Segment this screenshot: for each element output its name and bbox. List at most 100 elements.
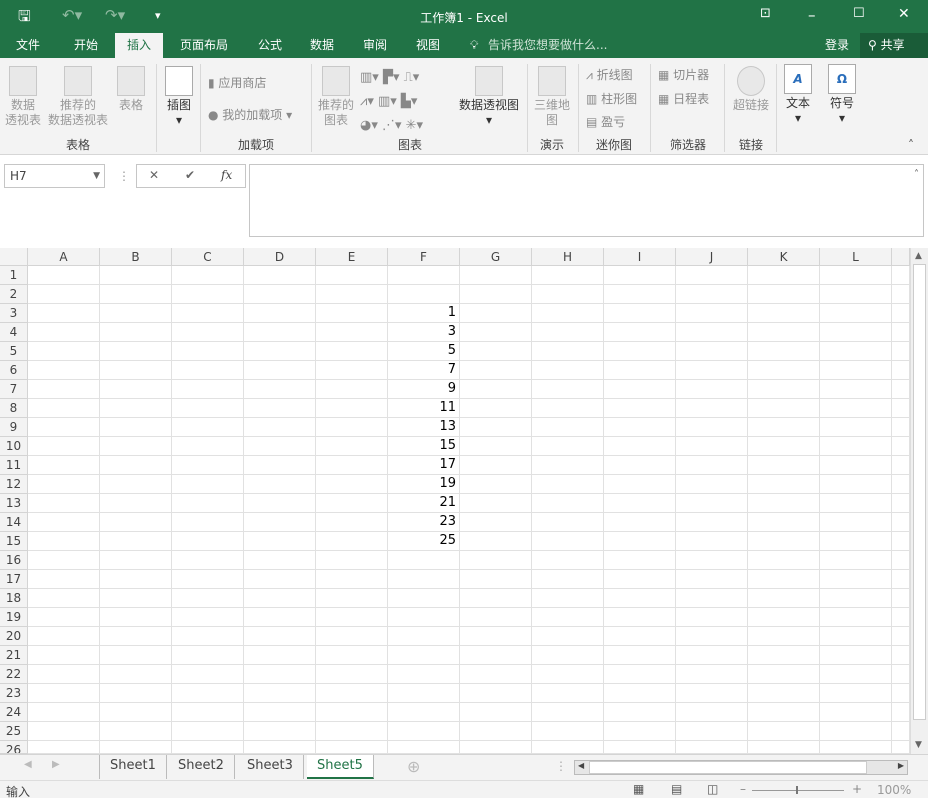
cell[interactable] — [244, 703, 316, 722]
expand-formula-icon[interactable]: ˄ — [914, 169, 919, 180]
cell[interactable] — [604, 399, 676, 418]
cell[interactable] — [100, 665, 172, 684]
vertical-scrollbar[interactable]: ▲ ▼ — [910, 248, 928, 754]
tell-me-input[interactable]: 告诉我您想要做什么... — [478, 33, 617, 58]
cell[interactable] — [676, 684, 748, 703]
cell[interactable] — [532, 684, 604, 703]
cell[interactable] — [676, 380, 748, 399]
cell[interactable] — [244, 684, 316, 703]
cell[interactable] — [532, 646, 604, 665]
cell[interactable] — [28, 532, 100, 551]
cell[interactable] — [244, 589, 316, 608]
cell[interactable] — [172, 741, 244, 754]
row-header[interactable]: 6 — [0, 361, 28, 380]
zoom-slider-thumb[interactable] — [796, 786, 798, 794]
cell[interactable] — [820, 342, 892, 361]
cell[interactable] — [892, 551, 910, 570]
column-header-partial[interactable] — [892, 248, 910, 266]
recommended-charts-button[interactable]: 推荐的 图表 — [316, 66, 356, 128]
cell[interactable] — [820, 285, 892, 304]
cell[interactable] — [532, 665, 604, 684]
row-header[interactable]: 7 — [0, 380, 28, 399]
name-box[interactable]: H7 ▼ — [4, 164, 105, 188]
cell[interactable] — [820, 627, 892, 646]
cell[interactable] — [604, 380, 676, 399]
cell[interactable] — [460, 627, 532, 646]
cell[interactable] — [532, 551, 604, 570]
cell[interactable] — [748, 494, 820, 513]
text-button[interactable]: A 文本 ▾ — [782, 64, 814, 126]
cell[interactable] — [748, 646, 820, 665]
cell[interactable] — [820, 722, 892, 741]
cell[interactable] — [892, 475, 910, 494]
cell[interactable] — [604, 627, 676, 646]
row-header[interactable]: 14 — [0, 513, 28, 532]
drag-handle-icon[interactable]: ⋮ — [118, 169, 130, 183]
cell[interactable] — [460, 741, 532, 754]
cell[interactable] — [892, 285, 910, 304]
cell[interactable] — [244, 399, 316, 418]
cell[interactable] — [532, 285, 604, 304]
cell[interactable] — [100, 437, 172, 456]
ribbon-display-icon[interactable]: ⊡ — [760, 6, 771, 21]
cell[interactable] — [460, 361, 532, 380]
cell[interactable] — [100, 304, 172, 323]
cell[interactable] — [748, 285, 820, 304]
cell[interactable] — [460, 494, 532, 513]
cell[interactable] — [460, 665, 532, 684]
cell[interactable]: 3 — [388, 323, 460, 342]
cell[interactable] — [604, 361, 676, 380]
cell[interactable] — [820, 570, 892, 589]
cell[interactable]: 1 — [388, 304, 460, 323]
page-break-view-icon[interactable]: ◫ — [707, 782, 718, 796]
sign-in-link[interactable]: 登录 — [815, 33, 859, 58]
cell[interactable] — [604, 589, 676, 608]
next-sheet-icon[interactable]: ▶ — [52, 759, 60, 770]
cell[interactable] — [892, 684, 910, 703]
cell[interactable] — [28, 399, 100, 418]
cell[interactable] — [460, 684, 532, 703]
cell[interactable] — [820, 589, 892, 608]
cell[interactable] — [172, 342, 244, 361]
collapse-ribbon-icon[interactable]: ˄ — [908, 138, 914, 152]
cell[interactable] — [820, 456, 892, 475]
column-header[interactable]: E — [316, 248, 388, 266]
cell[interactable] — [460, 532, 532, 551]
cell[interactable] — [892, 304, 910, 323]
cell[interactable] — [532, 418, 604, 437]
cell[interactable] — [604, 323, 676, 342]
cell[interactable] — [28, 437, 100, 456]
share-button[interactable]: ⚲ 共享 — [860, 33, 928, 58]
cell[interactable] — [244, 570, 316, 589]
cell[interactable] — [460, 475, 532, 494]
cell[interactable] — [676, 456, 748, 475]
table-button[interactable]: 表格 — [114, 66, 148, 113]
cell[interactable] — [532, 304, 604, 323]
cell[interactable] — [244, 722, 316, 741]
cell[interactable]: 21 — [388, 494, 460, 513]
cell[interactable] — [244, 418, 316, 437]
cell[interactable]: 9 — [388, 380, 460, 399]
cell[interactable] — [100, 589, 172, 608]
cell[interactable] — [748, 513, 820, 532]
cell[interactable] — [748, 551, 820, 570]
cell[interactable] — [388, 608, 460, 627]
cell[interactable] — [604, 646, 676, 665]
cell[interactable] — [892, 380, 910, 399]
cell[interactable] — [100, 513, 172, 532]
cell[interactable] — [100, 722, 172, 741]
row-header[interactable]: 11 — [0, 456, 28, 475]
horizontal-scrollbar[interactable]: ◀ ▶ — [574, 760, 908, 775]
cell[interactable] — [460, 703, 532, 722]
row-header[interactable]: 24 — [0, 703, 28, 722]
cancel-icon[interactable]: ✕ — [149, 168, 159, 182]
cell[interactable] — [316, 323, 388, 342]
row-header[interactable]: 16 — [0, 551, 28, 570]
column-header[interactable]: L — [820, 248, 892, 266]
cell[interactable] — [748, 266, 820, 285]
cell[interactable] — [100, 456, 172, 475]
column-header[interactable]: I — [604, 248, 676, 266]
cell[interactable] — [532, 570, 604, 589]
scroll-down-icon[interactable]: ▼ — [915, 740, 922, 750]
cell[interactable] — [244, 627, 316, 646]
